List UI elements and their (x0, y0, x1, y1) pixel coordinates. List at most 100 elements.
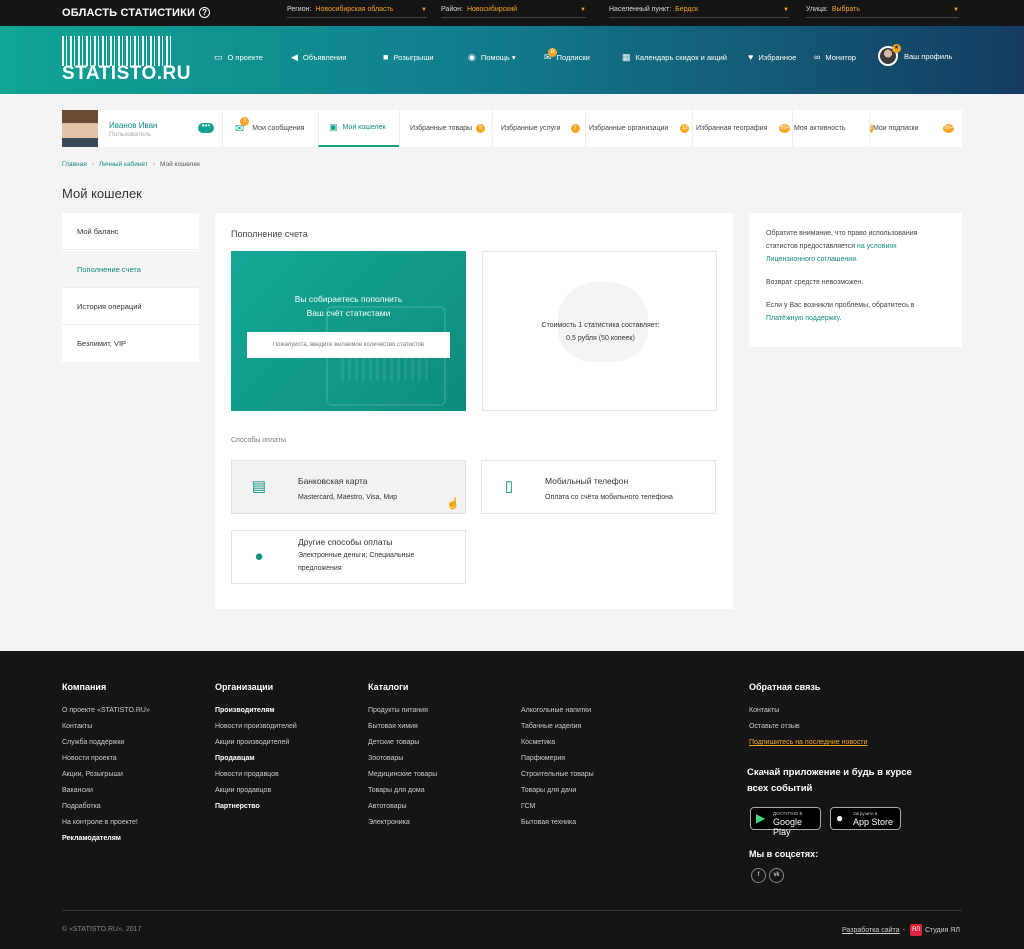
footer-link[interactable]: Зоотовары (368, 755, 403, 762)
footer-link[interactable]: Электроника (368, 819, 410, 826)
nav-help[interactable]: ◉ Помощь ▾ (468, 52, 516, 63)
district-select[interactable]: Район: Новосибирский ▼ (441, 6, 586, 18)
heart-icon: ♥ (748, 52, 754, 62)
note-text: Если у Вас возникли проблемы, обратитесь… (766, 302, 915, 309)
tab-messages[interactable]: ✉ 3 Мои сообщения (222, 110, 318, 147)
tab-label: Избранные товары (410, 125, 473, 132)
footer-link[interactable]: Новости проекта (62, 755, 117, 762)
help-icon[interactable]: ? (199, 7, 211, 18)
nav-calendar[interactable]: ▦ Календарь скидок и акций (622, 52, 727, 63)
footer-link[interactable]: Акции продавцов (215, 787, 271, 794)
footer-link[interactable]: Акции, Розыгрыши (62, 771, 123, 778)
locality-select[interactable]: Населенный пункт: Бердск ▼ (609, 6, 789, 18)
tab-favorite-services[interactable]: Избранные услуги 7 (492, 110, 585, 147)
monitor-icon: ▭ (214, 52, 223, 62)
footer-link[interactable]: Новости продавцов (215, 771, 279, 778)
footer-link[interactable]: Рекламодателям (62, 835, 121, 842)
tab-label: Мои подписки (873, 125, 919, 132)
envelope-icon: ✉ 3 (235, 117, 249, 135)
street-select[interactable]: Улица: Выбрать ▼ (806, 6, 959, 18)
payment-bank-card[interactable]: ▤ Банковская карта Mastercard, Maestro, … (231, 460, 466, 514)
site-logo[interactable]: STATISTO.RU (62, 36, 191, 84)
nav-monitor[interactable]: ∞ Монитор (814, 52, 856, 62)
footer-link[interactable]: Медицинские товары (368, 771, 437, 778)
payment-subtitle: Mastercard, Maestro, Visa, Мир (298, 494, 398, 501)
main-panel: Пополнение счета Вы собираетесь пополнит… (215, 213, 733, 609)
tab-wallet[interactable]: ▣ Мой кошелек (318, 110, 399, 147)
footer-link[interactable]: Контакты (749, 707, 779, 714)
footer-link[interactable]: Бытовая техника (521, 819, 576, 826)
breadcrumb-home[interactable]: Главная (62, 161, 87, 168)
footer-link[interactable]: Строительные товары (521, 771, 594, 778)
logo-text: STATISTO.RU (62, 63, 191, 84)
side-item-topup[interactable]: Пополнение счета (62, 251, 199, 288)
region-select[interactable]: Регион: Новосибирская область ▼ (287, 6, 427, 18)
tab-favorite-geography[interactable]: Избранная география 99+ (692, 110, 792, 147)
tab-favorite-products[interactable]: Избранные товары 5 (399, 110, 492, 147)
footer-link[interactable]: Вакансии (62, 787, 93, 794)
binoculars-icon: ∞ (814, 52, 821, 62)
nav-favorites[interactable]: ♥ Избранное (748, 52, 796, 62)
user-name[interactable]: Иванов Иван (109, 121, 157, 130)
app-store-button[interactable]: ● Загрузите в App Store (830, 807, 901, 830)
google-play-button[interactable]: ▶ ДОСТУПНО В Google Play (750, 807, 821, 837)
google-play-icon: ▶ (756, 811, 766, 825)
nav-profile[interactable]: Ваш профиль (904, 52, 952, 61)
footer-link[interactable]: Алкогольные напитки (521, 707, 591, 714)
footer-link[interactable]: Автотовары (368, 803, 407, 810)
badge: 7 (570, 124, 580, 133)
footer-link[interactable]: Продавцам (215, 755, 255, 762)
street-label: Улица: (806, 6, 828, 13)
side-item-history[interactable]: История операций (62, 288, 199, 325)
breadcrumb-cabinet[interactable]: Личный кабинет (99, 161, 148, 168)
facebook-icon[interactable]: f (751, 868, 766, 883)
topup-text-1: Вы собираетесь пополнить (294, 294, 403, 304)
footer-link[interactable]: Партнерство (215, 803, 260, 810)
footer-link[interactable]: Товары для дома (368, 787, 425, 794)
nav-label: Календарь скидок и акций (635, 53, 727, 62)
footer-link[interactable]: Акции производителей (215, 739, 289, 746)
nav-subscriptions[interactable]: ✉ 8 Подписки (544, 48, 590, 63)
footer-link[interactable]: На контроле в проекте! (62, 819, 138, 826)
nav-about[interactable]: ▭ О проекте (214, 52, 263, 63)
payment-other[interactable]: ● Другие способы оплаты Электронные день… (231, 530, 466, 584)
footer-catalog-title: Каталоги (368, 682, 409, 692)
nav-label: О проекте (227, 53, 263, 62)
payment-mobile[interactable]: ▯ Мобильный телефон Оплата со счёта моби… (481, 460, 716, 514)
subscribe-news-link[interactable]: Подпишитесь на последние новости (749, 739, 868, 746)
statist-amount-input[interactable] (247, 332, 450, 358)
nav-giveaways[interactable]: ■ Розыгрыши (383, 52, 434, 62)
tab-label: Моя активность (794, 125, 846, 132)
footer-link[interactable]: Товары для дачи (521, 787, 576, 794)
tab-my-activity[interactable]: Моя активность 5 (792, 110, 873, 147)
studio-name[interactable]: Студия ЯЛ (925, 927, 960, 934)
footer-link[interactable]: Служба поддержки (62, 739, 124, 746)
more-options-button[interactable]: ••• (198, 122, 214, 133)
side-item-vip[interactable]: Безлимит, VIP (62, 325, 199, 362)
footer-link[interactable]: Косметика (521, 739, 555, 746)
footer-link[interactable]: Парфюмерия (521, 755, 565, 762)
footer-link[interactable]: Контакты (62, 723, 92, 730)
footer-link[interactable]: Производителям (215, 707, 275, 714)
footer-link[interactable]: Бытовая химия (368, 723, 418, 730)
side-item-balance[interactable]: Мой баланс (62, 213, 199, 250)
developer-link[interactable]: Разработка сайта (842, 927, 900, 934)
footer-link[interactable]: ГСМ (521, 803, 535, 810)
footer-link[interactable]: О проекте «STATISTO.RU» (62, 707, 150, 714)
caret-down-icon: ▼ (783, 7, 789, 13)
footer-link[interactable]: Табачные изделия (521, 723, 581, 730)
vk-icon[interactable]: vk (769, 868, 784, 883)
avatar[interactable]: ★ (878, 44, 901, 66)
nav-label: Объявления (302, 53, 347, 62)
tab-favorite-organizations[interactable]: Избранные организации 12 (585, 110, 692, 147)
tab-my-subscriptions[interactable]: Мои подписки 99+ (869, 110, 962, 147)
footer-link[interactable]: Подработка (62, 803, 101, 810)
footer-link[interactable]: Оставьте отзыв (749, 723, 800, 730)
footer-link[interactable]: Новости производителей (215, 723, 297, 730)
footer-link[interactable]: Продукты питания (368, 707, 428, 714)
support-link[interactable]: Платёжную поддержку (766, 315, 839, 322)
footer-link[interactable]: Детские товары (368, 739, 419, 746)
nav-ads[interactable]: ◀ Объявления (291, 52, 346, 63)
megaphone-icon: ◀ (291, 52, 298, 62)
app-download-title: Скачай приложение и будь в курсе всех со… (747, 767, 912, 794)
